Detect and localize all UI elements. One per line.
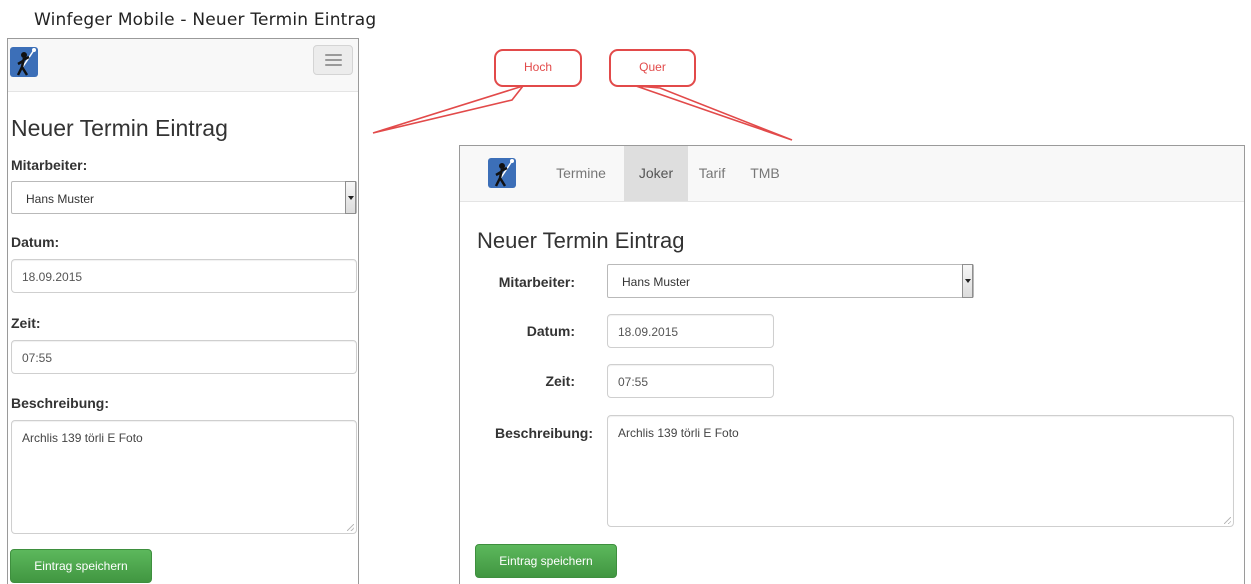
employee-select-value: Hans Muster [622, 275, 691, 289]
time-label: Zeit: [11, 315, 41, 331]
resize-grip-icon[interactable] [1224, 517, 1231, 524]
date-input[interactable]: 18.09.2015 [607, 314, 774, 348]
employee-label: Mitarbeiter: [498, 274, 575, 290]
quer-callout-pointer [635, 85, 793, 141]
save-entry-button[interactable]: Eintrag speichern [475, 544, 617, 578]
description-value: Archlis 139 törli E Foto [22, 431, 143, 445]
date-input[interactable]: 18.09.2015 [11, 259, 357, 293]
description-value: Archlis 139 törli E Foto [618, 426, 739, 440]
nav-termine[interactable]: Termine [538, 146, 624, 201]
save-entry-button[interactable]: Eintrag speichern [10, 549, 152, 583]
date-label-text: Datum: [11, 234, 60, 250]
description-label: Beschreibung: [494, 425, 593, 441]
employee-label: Mitarbeiter: [11, 157, 88, 173]
portrait-view: Neuer Termin Eintrag Mitarbeiter: Hans M… [7, 38, 359, 584]
hamburger-menu-icon[interactable] [313, 45, 353, 75]
portrait-navbar [8, 39, 358, 92]
chimney-sweep-logo-icon[interactable] [10, 47, 38, 77]
select-arrow-icon[interactable] [345, 181, 356, 214]
resize-grip-icon[interactable] [347, 524, 354, 531]
description-label: Beschreibung: [11, 395, 110, 411]
date-label: Datum: [11, 234, 59, 250]
description-textarea[interactable]: Archlis 139 törli E Foto [11, 420, 357, 534]
time-input[interactable]: 07:55 [11, 340, 357, 374]
time-input[interactable]: 07:55 [607, 364, 774, 398]
date-label: Datum: [526, 323, 575, 339]
select-arrow-icon[interactable] [962, 264, 973, 298]
form-title: Neuer Termin Eintrag [477, 228, 685, 253]
description-textarea[interactable]: Archlis 139 törli E Foto [607, 415, 1234, 527]
employee-select-value: Hans Muster [26, 192, 95, 206]
employee-select[interactable]: Hans Muster [11, 181, 357, 214]
hoch-callout-pointer [372, 84, 526, 134]
chimney-sweep-logo-icon[interactable] [488, 158, 516, 188]
landscape-navbar: Termine Joker Tarif TMB [460, 146, 1244, 202]
nav-tmb[interactable]: TMB [736, 146, 794, 201]
page-title: Winfeger Mobile - Neuer Termin Eintrag [34, 10, 377, 30]
form-title: Neuer Termin Eintrag [11, 115, 228, 141]
landscape-view: Termine Joker Tarif TMB Neuer Termin Ein… [459, 145, 1245, 584]
callout-hoch: Hoch [494, 49, 582, 87]
callout-quer: Quer [609, 49, 696, 87]
employee-select[interactable]: Hans Muster [607, 264, 974, 298]
nav-tarif[interactable]: Tarif [688, 146, 736, 201]
time-label: Zeit: [545, 373, 575, 389]
nav-joker[interactable]: Joker [624, 146, 688, 201]
